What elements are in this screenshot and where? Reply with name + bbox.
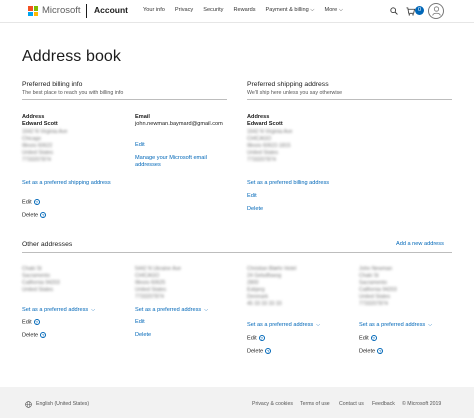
help-icon[interactable]: ? <box>33 319 40 325</box>
billing-heading: Preferred billing info <box>22 81 83 88</box>
shipping-heading: Preferred shipping address <box>247 81 329 88</box>
chevron-down-icon: ⌵ <box>316 322 321 328</box>
set-preferred-label: Set as a preferred address <box>135 307 202 313</box>
card1-delete-button[interactable]: Delete? <box>22 332 47 340</box>
shipping-delete-link[interactable]: Delete <box>247 206 263 213</box>
delete-label: Delete <box>22 212 39 219</box>
help-icon[interactable]: ? <box>40 332 47 338</box>
help-icon[interactable]: ? <box>377 348 384 354</box>
nav-privacy[interactable]: Privacy <box>175 7 193 14</box>
footer-terms-link[interactable]: Terms of use <box>300 401 330 407</box>
avatar[interactable] <box>428 3 444 19</box>
help-icon[interactable]: ? <box>265 348 272 354</box>
footer-privacy-link[interactable]: Privacy & cookies <box>252 401 293 407</box>
globe-icon <box>25 401 32 408</box>
card4-edit-button[interactable]: Edit? <box>359 335 377 343</box>
delete-label: Delete <box>247 348 264 355</box>
card3-set-preferred-dropdown[interactable]: Set as a preferred address ⌵ <box>247 322 320 329</box>
set-preferred-label: Set as a preferred address <box>22 307 89 313</box>
other-address-line: United States <box>22 287 54 293</box>
shipping-phone: 7733207874 <box>247 157 276 163</box>
delete-label: Delete <box>22 332 39 339</box>
help-icon[interactable]: ? <box>33 199 40 205</box>
help-icon[interactable]: ? <box>40 212 47 218</box>
nav-your-info[interactable]: Your info <box>143 7 165 14</box>
language-selector[interactable]: English (United States) <box>36 401 89 407</box>
shipping-divider <box>247 99 452 100</box>
other-address-phone: 7733207874 <box>135 294 164 300</box>
billing-subheading: The best place to reach you with billing… <box>22 90 124 96</box>
cart-count-badge: 0 <box>415 6 424 15</box>
edit-label: Edit <box>359 335 369 342</box>
email-label: Email <box>135 114 150 120</box>
footer: English (United States) Privacy & cookie… <box>0 387 474 418</box>
card1-edit-button[interactable]: Edit? <box>22 319 40 327</box>
other-address-phone: 45 33 33 33 33 <box>247 301 282 307</box>
shipping-name: Edward Scott <box>247 121 283 127</box>
nav-security[interactable]: Security <box>203 7 223 14</box>
other-addresses-divider <box>22 252 452 253</box>
top-bar: Microsoft Account Your info Privacy Secu… <box>0 0 474 23</box>
nav-rewards[interactable]: Rewards <box>233 7 255 14</box>
page-title: Address book <box>22 48 122 65</box>
card4-set-preferred-dropdown[interactable]: Set as a preferred address ⌵ <box>359 322 432 329</box>
brand-name[interactable]: Microsoft <box>42 5 81 16</box>
billing-edit-button[interactable]: Edit? <box>22 199 40 207</box>
billing-address-label: Address <box>22 114 45 120</box>
nav-more[interactable]: More ⌵ <box>325 7 344 14</box>
delete-label: Delete <box>359 348 376 355</box>
help-icon[interactable]: ? <box>370 335 377 341</box>
account-link[interactable]: Account <box>94 5 128 15</box>
edit-label: Edit <box>247 335 257 342</box>
shipping-edit-link[interactable]: Edit <box>247 193 257 200</box>
search-icon[interactable] <box>390 7 398 15</box>
nav-payment-billing[interactable]: Payment & billing ⌵ <box>266 7 315 14</box>
shipping-address-label: Address <box>247 114 270 120</box>
billing-divider <box>22 99 227 100</box>
email-value: john.newman.baymard@gmail.com <box>135 121 223 127</box>
billing-name: Edward Scott <box>22 121 58 127</box>
chevron-down-icon: ⌵ <box>91 307 96 313</box>
billing-set-preferred-shipping-link[interactable]: Set as a preferred shipping address <box>22 180 122 187</box>
footer-feedback-link[interactable]: Feedback <box>372 401 395 407</box>
other-address-phone: 7733207874 <box>359 301 388 307</box>
set-preferred-label: Set as a preferred address <box>359 322 426 328</box>
card3-delete-button[interactable]: Delete? <box>247 348 272 356</box>
user-icon <box>432 6 441 16</box>
microsoft-logo-icon[interactable] <box>28 6 38 16</box>
card1-set-preferred-dropdown[interactable]: Set as a preferred address ⌵ <box>22 307 95 314</box>
help-icon[interactable]: ? <box>258 335 265 341</box>
cart-icon[interactable] <box>406 7 415 16</box>
add-new-address-link[interactable]: Add a new address <box>396 241 444 248</box>
card3-edit-button[interactable]: Edit? <box>247 335 265 343</box>
card2-delete-link[interactable]: Delete <box>135 332 151 339</box>
edit-label: Edit <box>22 319 32 326</box>
card2-set-preferred-dropdown[interactable]: Set as a preferred address ⌵ <box>135 307 208 314</box>
other-addresses-heading: Other addresses <box>22 241 73 248</box>
header-divider <box>86 4 87 18</box>
chevron-down-icon: ⌵ <box>204 307 209 313</box>
billing-phone: 7733207874 <box>22 157 51 163</box>
footer-copyright: © Microsoft 2019 <box>402 401 442 407</box>
chevron-down-icon: ⌵ <box>428 322 433 328</box>
footer-contact-link[interactable]: Contact us <box>339 401 364 407</box>
shipping-subheading: We'll ship here unless you say otherwise <box>247 90 343 96</box>
edit-label: Edit <box>22 199 32 206</box>
email-edit-link[interactable]: Edit <box>135 142 145 149</box>
manage-email-link[interactable]: Manage your Microsoft email addresses <box>135 155 227 170</box>
shipping-set-preferred-billing-link[interactable]: Set as a preferred billing address <box>247 180 329 187</box>
billing-delete-button[interactable]: Delete? <box>22 212 47 220</box>
card2-edit-link[interactable]: Edit <box>135 319 145 326</box>
set-preferred-label: Set as a preferred address <box>247 322 314 328</box>
top-nav: Your info Privacy Security Rewards Payme… <box>143 7 353 14</box>
card4-delete-button[interactable]: Delete? <box>359 348 384 356</box>
